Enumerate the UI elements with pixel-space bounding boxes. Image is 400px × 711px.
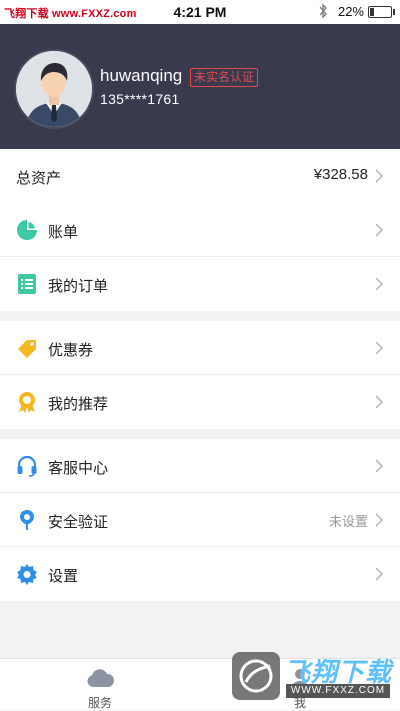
headset-icon [17, 455, 37, 477]
menu-item-my-referrals[interactable]: 我的推荐 [0, 375, 400, 429]
badge-ribbon-icon [19, 392, 35, 413]
menu-item-label: 客服中心 [48, 460, 109, 477]
status-bar: 飞翔下载 www.FXXZ.com 4:21 PM 22% [0, 0, 400, 24]
menu-group-finance: 账单 我的订单 [0, 203, 400, 311]
bluetooth-icon [319, 3, 328, 22]
menu-item-label: 优惠券 [48, 342, 94, 359]
security-status-value: 未设置 [328, 514, 368, 529]
username: huwanqing [100, 66, 183, 85]
pie-chart-icon [17, 220, 37, 240]
order-list-icon [18, 274, 36, 294]
menu-item-my-orders[interactable]: 我的订单 [0, 257, 400, 311]
chevron-right-icon [375, 341, 384, 355]
battery-icon [368, 6, 395, 18]
chevron-right-icon [375, 223, 384, 237]
chevron-right-icon [375, 277, 384, 291]
phone-number: 135****1761 [100, 91, 180, 107]
menu-item-label: 账单 [48, 224, 79, 241]
tab-service[interactable]: 服务 [0, 659, 200, 711]
menu-item-label: 设置 [48, 568, 79, 585]
chevron-right-icon [375, 395, 384, 409]
menu-item-bill[interactable]: 账单 [0, 203, 400, 257]
battery-percent: 22% [337, 4, 364, 19]
profile-header[interactable]: huwanqing 未实名认证 135****1761 [0, 24, 400, 149]
total-assets-row[interactable]: 总资产 ¥328.58 [0, 149, 400, 203]
chevron-right-icon [375, 567, 384, 581]
menu-item-coupons[interactable]: 优惠券 [0, 321, 400, 375]
gear-icon [17, 564, 37, 585]
menu-item-label: 我的推荐 [48, 396, 109, 413]
menu-group-support: 客服中心 安全验证 未设置 设置 [0, 439, 400, 601]
total-assets-label: 总资产 [16, 170, 62, 187]
total-assets-value: ¥328.58 [313, 166, 368, 183]
coupon-tag-icon [18, 340, 36, 358]
cloud-icon [87, 669, 114, 687]
location-pin-icon [20, 510, 34, 530]
menu-item-customer-service[interactable]: 客服中心 [0, 439, 400, 493]
site-watermark: 飞翔下载 WWW.FXXZ.COM [232, 650, 392, 704]
menu-item-settings[interactable]: 设置 [0, 547, 400, 601]
verify-status-badge[interactable]: 未实名认证 [190, 68, 259, 87]
chevron-right-icon [375, 513, 384, 527]
watermark-domain: WWW.FXXZ.COM [286, 684, 390, 698]
menu-item-label: 安全验证 [48, 514, 109, 531]
watermark-logo-icon [232, 652, 280, 700]
chevron-right-icon [375, 169, 384, 183]
avatar[interactable] [16, 51, 92, 127]
tab-label: 服务 [87, 696, 112, 710]
chevron-right-icon [375, 459, 384, 473]
menu-item-security-verification[interactable]: 安全验证 未设置 [0, 493, 400, 547]
menu-item-label: 我的订单 [48, 278, 109, 295]
menu-group-rewards: 优惠券 我的推荐 [0, 321, 400, 429]
total-assets-section: 总资产 ¥328.58 [0, 149, 400, 203]
